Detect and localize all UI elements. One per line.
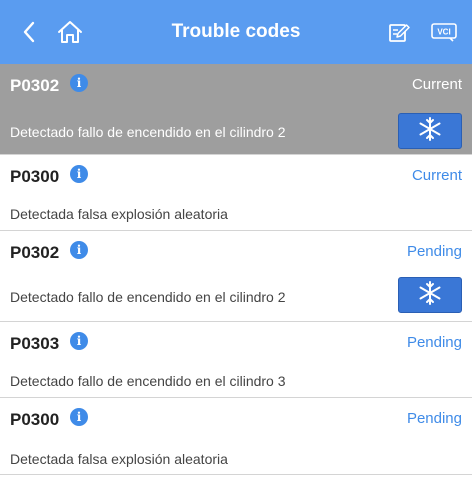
info-icon[interactable]: i (70, 241, 88, 259)
dtc-status: Current (411, 167, 462, 184)
trouble-code-row[interactable]: P0302 i Current Detectado fallo de encen… (0, 64, 472, 155)
freeze-frame-button[interactable] (398, 277, 462, 313)
snowflake-icon (417, 116, 443, 147)
info-icon[interactable]: i (70, 165, 88, 183)
dtc-status: Pending (406, 410, 462, 427)
snowflake-icon (417, 280, 443, 311)
dtc-code: P0302 (10, 243, 60, 262)
page-title: Trouble codes (171, 21, 301, 42)
info-icon[interactable]: i (70, 408, 88, 426)
trouble-code-row[interactable]: P0302 i Pending Detectado fallo de encen… (0, 231, 472, 322)
edit-report-icon (389, 24, 410, 42)
dtc-status: Pending (406, 334, 462, 351)
edit-report-button[interactable] (384, 0, 414, 64)
trouble-code-list: P0302 i Current Detectado fallo de encen… (0, 64, 472, 475)
trouble-code-row[interactable]: P0300 i Current Detectada falsa explosió… (0, 155, 472, 231)
dtc-code: P0303 (10, 334, 60, 353)
dtc-description: Detectada falsa explosión aleatoria (10, 451, 228, 467)
vci-icon: VCI (431, 23, 457, 42)
trouble-code-row[interactable]: P0303 i Pending Detectado fallo de encen… (0, 322, 472, 398)
app-screen: Trouble codes VCI P0302 i Current Detect… (0, 0, 472, 500)
vci-label: VCI (437, 28, 450, 37)
dtc-code: P0300 (10, 410, 60, 429)
home-button[interactable] (52, 0, 88, 64)
dtc-description: Detectada falsa explosión aleatoria (10, 206, 228, 222)
info-icon[interactable]: i (70, 74, 88, 92)
back-arrow-icon (23, 21, 35, 43)
dtc-description: Detectado fallo de encendido en el cilin… (10, 373, 286, 389)
dtc-status: Current (411, 76, 462, 93)
trouble-code-row[interactable]: P0300 i Pending Detectada falsa explosió… (0, 398, 472, 475)
dtc-description: Detectado fallo de encendido en el cilin… (10, 289, 286, 305)
dtc-code: P0300 (10, 167, 60, 186)
dtc-description: Detectado fallo de encendido en el cilin… (10, 124, 286, 140)
info-icon[interactable]: i (70, 332, 88, 350)
header-bar: Trouble codes VCI (0, 0, 472, 64)
dtc-status: Pending (406, 243, 462, 260)
dtc-code: P0302 (10, 76, 60, 95)
vci-button[interactable]: VCI (424, 0, 464, 64)
freeze-frame-button[interactable] (398, 113, 462, 149)
home-icon (58, 21, 82, 43)
back-button[interactable] (14, 0, 44, 64)
